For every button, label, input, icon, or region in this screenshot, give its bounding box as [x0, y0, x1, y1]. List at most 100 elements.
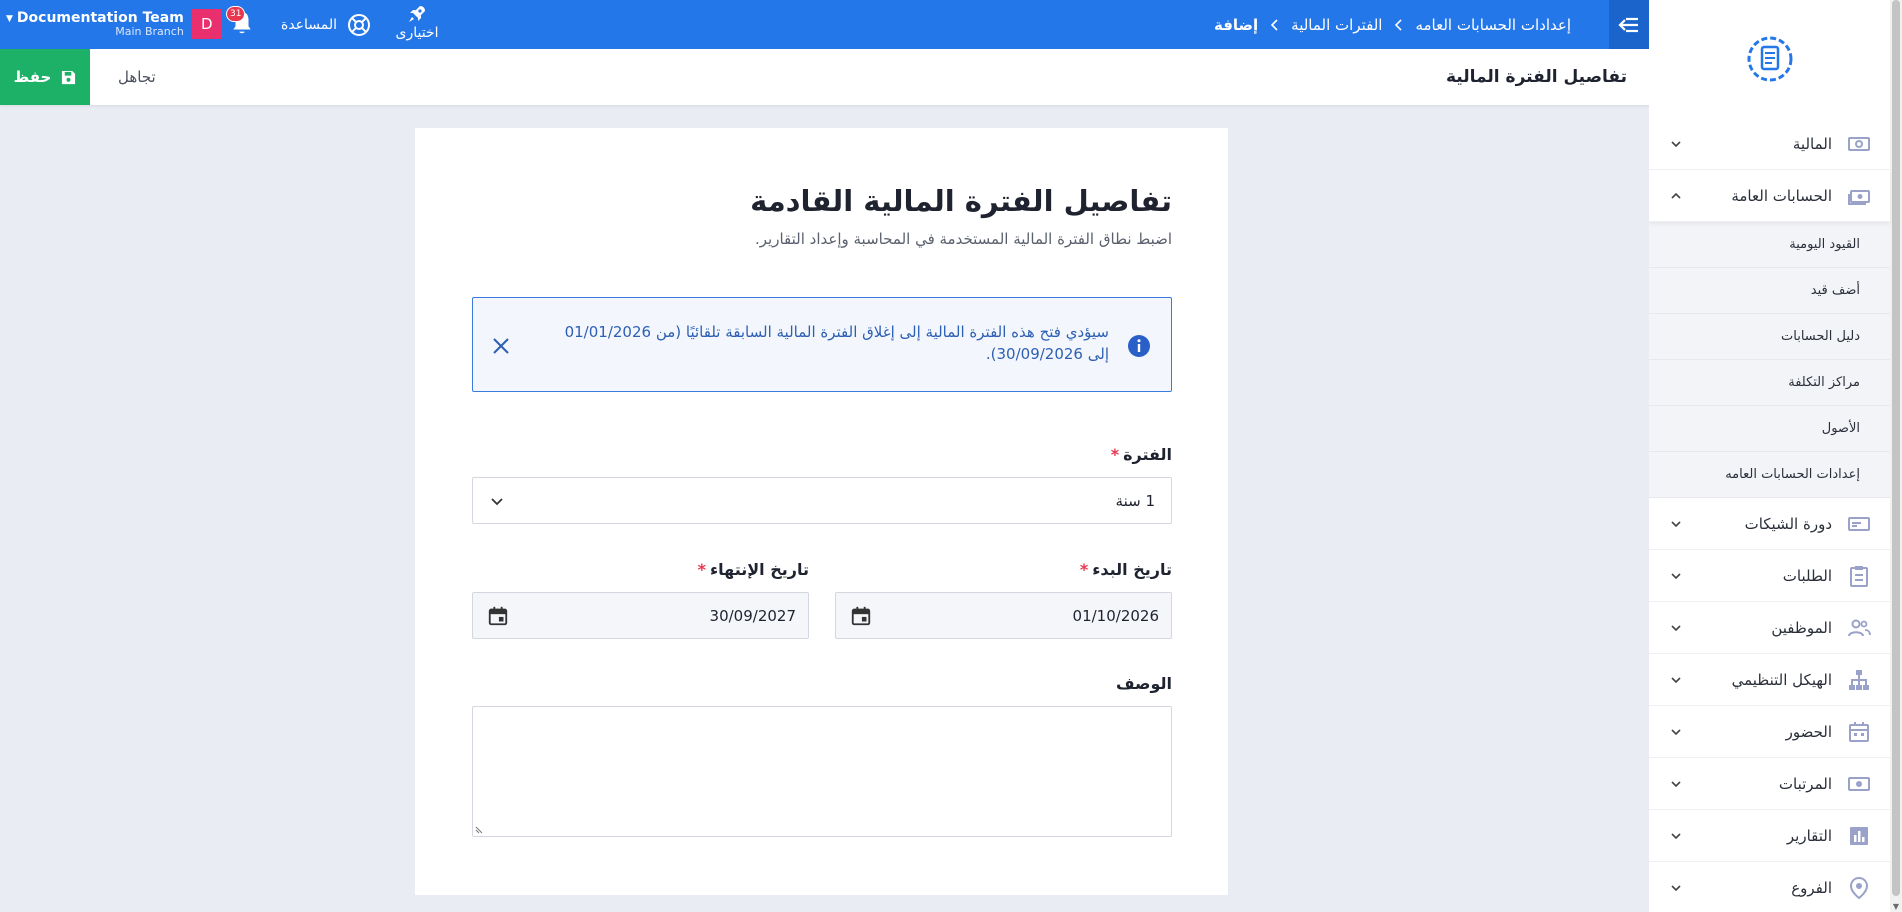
chevron-down-icon: [1669, 777, 1683, 791]
close-icon[interactable]: [489, 334, 513, 358]
location-pin-icon: [1846, 875, 1872, 901]
chevron-down-icon: [1669, 621, 1683, 635]
alert-text: سيؤدي فتح هذه الفترة المالية إلى إغلاق ا…: [564, 323, 1109, 363]
chevron-left-icon: [1394, 18, 1403, 31]
scroll-down-icon[interactable]: ▼: [1892, 902, 1900, 912]
end-date-label: تاريخ الإنتهاء*: [698, 560, 809, 579]
help-button[interactable]: المساعدة: [281, 0, 371, 49]
logo-icon: [1747, 36, 1792, 82]
chevron-down-icon: [1669, 673, 1683, 687]
sidebar-item-cheques[interactable]: دورة الشيكات: [1649, 498, 1890, 550]
sidebar-item-label: الحسابات العامة: [1731, 186, 1832, 205]
save-label: حفظ: [13, 68, 52, 86]
sidebar-item-general-accounts[interactable]: الحسابات العامة: [1649, 170, 1890, 222]
required-mark: *: [697, 560, 706, 579]
sidebar-item-reports[interactable]: التقارير: [1649, 810, 1890, 862]
floppy-disk-icon: [62, 70, 76, 84]
sidebar-item-requests[interactable]: الطلبات: [1649, 550, 1890, 602]
sidebar-subitem-chart-of-accounts[interactable]: دليل الحسابات: [1649, 314, 1890, 360]
cancel-button[interactable]: تجاهل: [118, 49, 156, 105]
sidebar-item-branches[interactable]: الفروع: [1649, 862, 1890, 912]
info-alert: سيؤدي فتح هذه الفترة المالية إلى إغلاق ا…: [472, 297, 1172, 392]
sidebar-toggle-button[interactable]: [1609, 0, 1649, 49]
calendar-icon[interactable]: [850, 605, 872, 627]
sidebar-subnav: القيود اليومية أضف قيد دليل الحسابات مرا…: [1649, 222, 1890, 498]
sidebar-subitem-assets[interactable]: الأصول: [1649, 406, 1890, 452]
clipboard-icon: [1846, 563, 1872, 589]
chevron-down-icon: [1669, 517, 1683, 531]
end-date-value: 30/09/2027: [709, 606, 796, 625]
avatar[interactable]: D: [191, 9, 222, 39]
help-label: المساعدة: [281, 16, 338, 33]
save-button[interactable]: حفظ: [0, 49, 90, 105]
sidebar-subitem-accounts-settings[interactable]: إعدادات الحسابات العامه: [1649, 452, 1890, 498]
chevron-up-icon: [1669, 189, 1683, 203]
sidebar-subitem-journal[interactable]: القيود اليومية: [1649, 222, 1890, 268]
sidebar-item-label: الفروع: [1791, 878, 1832, 897]
sidebar-item-attendance[interactable]: الحضور: [1649, 706, 1890, 758]
sidebar-item-label: الحضور: [1785, 722, 1832, 741]
org-chart-icon: [1846, 667, 1872, 693]
chevron-down-icon: [1669, 725, 1683, 739]
breadcrumb-accounts-settings[interactable]: إعدادات الحسابات العامه: [1415, 16, 1571, 34]
chevron-down-icon: [1669, 137, 1683, 151]
description-textarea[interactable]: [472, 706, 1172, 837]
info-icon: [1128, 335, 1150, 357]
resize-handle-icon[interactable]: [475, 824, 485, 834]
sidebar-item-org-structure[interactable]: الهيكل التنظيمي: [1649, 654, 1890, 706]
sidebar-item-label: الطلبات: [1782, 566, 1832, 585]
lifebuoy-icon: [348, 13, 371, 36]
chevron-left-icon: [1270, 18, 1279, 31]
period-select-value: 1 سنة: [1115, 491, 1155, 510]
breadcrumb-financial-periods[interactable]: الفترات المالية: [1291, 16, 1382, 34]
required-mark: *: [1079, 560, 1089, 579]
cheque-icon: [1846, 511, 1872, 537]
user-menu[interactable]: ▼ Documentation Team Main Branch D: [6, 6, 222, 42]
start-date-label-text: تاريخ البدء: [1092, 560, 1172, 579]
notifications-button[interactable]: 31: [226, 6, 257, 38]
description-label: الوصف: [1115, 674, 1172, 693]
chevron-down-icon: [1669, 569, 1683, 583]
user-names: Documentation Team Main Branch: [17, 10, 184, 39]
branch-name: Main Branch: [115, 24, 184, 38]
calendar-icon[interactable]: [487, 605, 509, 627]
sidebar: المالية الحسابات العامة القيود اليومية أ…: [1649, 0, 1902, 912]
period-label-text: الفترة: [1123, 445, 1172, 464]
form-subtitle: اضبط نطاق الفترة المالية المستخدمة في ال…: [755, 230, 1172, 248]
required-mark: *: [1110, 445, 1120, 464]
sidebar-item-label: المرتبات: [1778, 774, 1832, 793]
shortcuts-label: اختيارى: [395, 25, 439, 41]
sidebar-subitem-add-entry[interactable]: أضف قيد: [1649, 268, 1890, 314]
payroll-icon: [1846, 771, 1872, 797]
menu-collapse-icon: [1618, 17, 1638, 32]
period-label: الفترة*: [1111, 445, 1172, 464]
page-header: تفاصيل الفترة المالية تجاهل حفظ: [0, 49, 1649, 105]
sidebar-item-label: الهيكل التنظيمي: [1731, 670, 1832, 689]
team-name: Documentation Team: [16, 9, 184, 26]
chevron-down-icon: [1669, 881, 1683, 895]
chevron-down-icon: [491, 497, 503, 505]
page-title: تفاصيل الفترة المالية: [1446, 67, 1627, 87]
sidebar-item-employees[interactable]: الموظفين: [1649, 602, 1890, 654]
app-logo[interactable]: [1649, 0, 1890, 118]
end-date-input[interactable]: 30/09/2027: [472, 592, 809, 639]
sidebar-item-finance[interactable]: المالية: [1649, 118, 1890, 170]
sidebar-scrollbar-thumb[interactable]: [1892, 0, 1900, 896]
sidebar-item-label: دورة الشيكات: [1744, 514, 1832, 533]
sidebar-subitem-cost-centers[interactable]: مراكز التكلفة: [1649, 360, 1890, 406]
sidebar-nav: المالية الحسابات العامة القيود اليومية أ…: [1649, 104, 1890, 912]
start-date-input[interactable]: 01/10/2026: [835, 592, 1172, 639]
form-card: تفاصيل الفترة المالية القادمة اضبط نطاق …: [415, 128, 1228, 895]
sidebar-item-payroll[interactable]: المرتبات: [1649, 758, 1890, 810]
sidebar-scrollbar[interactable]: ▼: [1890, 0, 1902, 912]
bar-chart-icon: [1846, 823, 1872, 849]
topbar: إعدادات الحسابات العامه الفترات المالية …: [0, 0, 1649, 49]
breadcrumb-current: إضافة: [1213, 15, 1259, 34]
period-select[interactable]: 1 سنة: [472, 477, 1172, 524]
start-date-label: تاريخ البدء*: [1080, 560, 1172, 579]
shortcuts-button[interactable]: اختيارى: [392, 4, 442, 41]
sidebar-item-label: التقارير: [1786, 826, 1832, 845]
money-icon: [1846, 131, 1872, 157]
chevron-down-icon: [1669, 829, 1683, 843]
sidebar-item-label: المالية: [1792, 134, 1832, 153]
